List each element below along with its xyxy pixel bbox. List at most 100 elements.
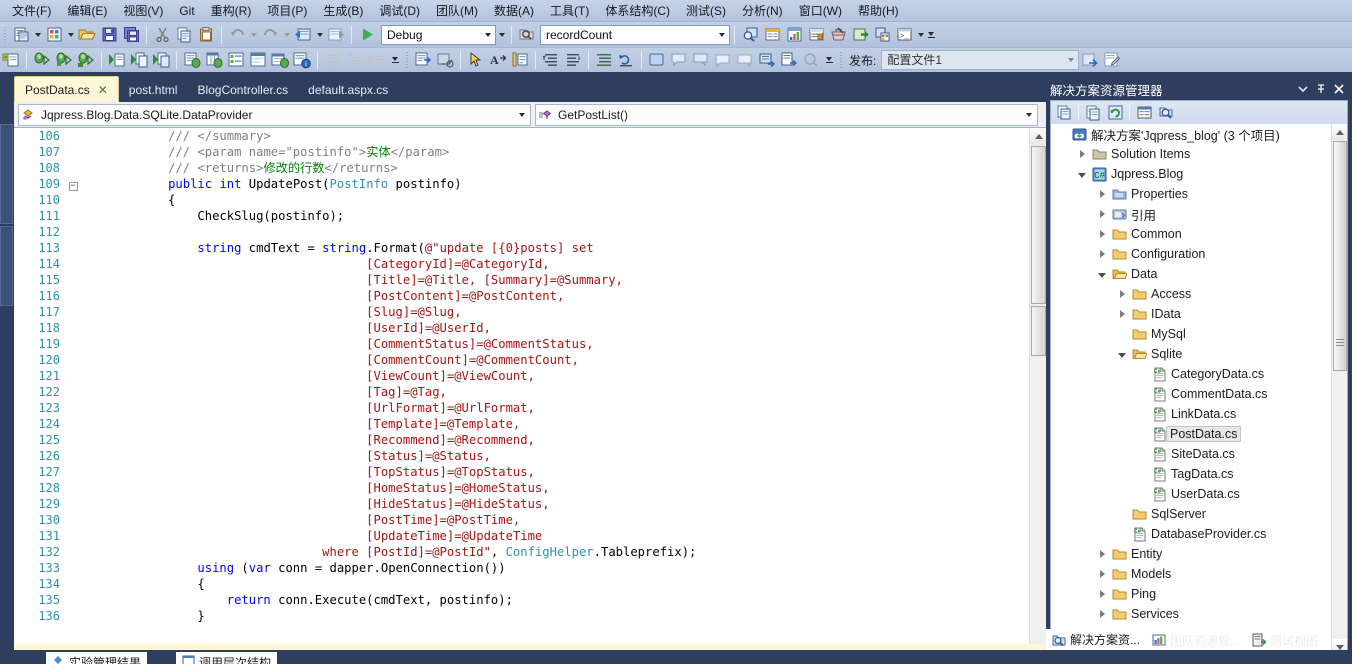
code-line[interactable]: 107 /// <param name="postinfo">实体</param… [14,144,1029,160]
type-scope-combo[interactable]: Jqpress.Blog.Data.SQLite.DataProvider [18,103,531,126]
chevron-down-icon[interactable] [1294,80,1312,98]
refresh-icon[interactable] [1104,103,1126,123]
tree-item[interactable]: C# TagData.cs [1051,464,1331,484]
menu-item-7[interactable]: 调试(D) [371,1,428,21]
code-line[interactable]: 131 [UpdateTime]=@UpdateTime [14,528,1029,544]
tree-item[interactable]: Models [1051,564,1331,584]
callout-3-icon[interactable] [712,49,734,71]
code-line[interactable]: 132 where [PostId]=@PostId", ConfigHelpe… [14,544,1029,560]
undo-format-icon[interactable] [615,49,637,71]
code-line[interactable]: 136 } [14,608,1029,624]
preview-icon[interactable] [1155,103,1177,123]
tree-item[interactable]: C# Jqpress.Blog [1051,164,1331,184]
copy-icon[interactable] [173,24,195,46]
code-line[interactable]: 125 [Recommend]=@Recommend, [14,432,1029,448]
code-line[interactable]: 130 [PostTime]=@PostTime, [14,512,1029,528]
code-line[interactable]: 123 [UrlFormat]=@UrlFormat, [14,400,1029,416]
align-icon[interactable] [509,49,531,71]
code-line[interactable]: 122 [Tag]=@Tag, [14,384,1029,400]
magnify-icon[interactable] [800,49,822,71]
pin-icon[interactable] [1312,80,1330,98]
scroll-thumb[interactable] [1333,141,1347,371]
menu-item-4[interactable]: 重构(R) [203,1,260,21]
chevron-down-icon[interactable] [1075,171,1089,178]
solution-tree-scrollbar[interactable] [1331,124,1347,664]
bottom-tab-2[interactable]: 调用层次结构 [176,652,278,664]
tree-item[interactable]: Ping [1051,584,1331,604]
platform-dropdown[interactable] [496,24,507,46]
chevron-right-icon[interactable] [1115,290,1129,298]
run-all-icon[interactable] [128,49,150,71]
chevron-right-icon[interactable] [1095,550,1109,558]
toolbar-grip[interactable] [404,50,410,70]
document-tab-0[interactable]: PostData.cs ✕ [14,76,119,102]
tree-item[interactable]: Sqlite [1051,344,1331,364]
toolbar-overflow-button[interactable] [926,24,936,46]
server-explorer-icon[interactable] [805,24,827,46]
font-icon[interactable]: A [487,49,509,71]
scroll-thumb[interactable] [1031,306,1046,356]
close-icon[interactable] [1330,80,1348,98]
tree-item[interactable]: Access [1051,284,1331,304]
vertical-tab-toolbox[interactable] [0,124,13,224]
panel-tab-0[interactable]: 解决方案资... [1046,629,1147,650]
collapse-icon[interactable]: − [68,182,78,191]
chevron-right-icon[interactable] [1095,570,1109,578]
add-new-item-dropdown[interactable] [65,24,76,46]
menu-item-11[interactable]: 体系结构(C) [597,1,678,21]
tree-item[interactable]: C# CategoryData.cs [1051,364,1331,384]
tree-item[interactable]: SqlServer [1051,504,1331,524]
indent-right-icon[interactable] [562,49,584,71]
menu-item-14[interactable]: 窗口(W) [791,1,850,21]
code-line[interactable]: 118 [UserId]=@UserId, [14,320,1029,336]
code-line[interactable]: 128 [HomeStatus]=@HomeStatus, [14,480,1029,496]
list-icon[interactable] [225,49,247,71]
close-icon[interactable]: ✕ [98,84,108,96]
code-line[interactable]: 127 [TopStatus]=@TopStatus, [14,464,1029,480]
document-tab-1[interactable]: post.html [119,78,188,102]
menu-item-10[interactable]: 工具(T) [542,1,597,21]
code-line[interactable]: 133 using (var conn = dapper.OpenConnect… [14,560,1029,576]
stack-icon[interactable] [756,49,778,71]
execute-icon[interactable] [31,49,53,71]
save-all-icon[interactable] [120,24,142,46]
menu-item-9[interactable]: 数据(A) [486,1,542,21]
chevron-right-icon[interactable] [1095,190,1109,198]
form-icon[interactable] [247,49,269,71]
code-line[interactable]: 135 return conn.Execute(cmdText, postinf… [14,592,1029,608]
chevron-down-icon[interactable] [480,26,495,44]
properties-icon[interactable] [1133,103,1155,123]
tree-item[interactable]: C# DatabaseProvider.cs [1051,524,1331,544]
code-line[interactable]: 110 { [14,192,1029,208]
output-window-icon[interactable] [871,24,893,46]
run-icon[interactable] [106,49,128,71]
paste-icon[interactable] [195,24,217,46]
solution-configuration-combo[interactable]: Debug [381,24,496,45]
code-line[interactable]: 113 string cmdText = string.Format(@"upd… [14,240,1029,256]
document-tab-3[interactable]: default.aspx.cs [298,78,398,102]
scroll-up-button[interactable] [1030,128,1046,145]
document-tab-2[interactable]: BlogController.cs [187,78,298,102]
execute-step-icon[interactable] [75,49,97,71]
navigate-backward-dropdown[interactable] [314,24,325,46]
menu-item-8[interactable]: 团队(M) [428,1,486,21]
menu-item-3[interactable]: Git [171,1,202,21]
code-line[interactable]: 106 /// </summary> [14,128,1029,144]
chevron-down-icon[interactable] [1063,51,1078,69]
tree-item[interactable]: Common [1051,224,1331,244]
new-query-icon[interactable] [0,49,22,71]
code-line[interactable]: 116 [PostContent]=@PostContent, [14,288,1029,304]
menu-item-12[interactable]: 测试(S) [678,1,734,21]
increase-indent-icon[interactable] [344,49,366,71]
find-in-files-icon[interactable] [516,24,538,46]
undo-dropdown[interactable] [248,24,259,46]
toolbar-grip[interactable] [838,50,844,70]
show-all-files-icon[interactable] [1053,103,1075,123]
code-text-surface[interactable]: 106 /// </summary> 107 /// <param name="p… [14,128,1029,664]
chevron-right-icon[interactable] [1095,590,1109,598]
chevron-down-icon[interactable] [514,112,530,117]
code-line[interactable]: 111 CheckSlug(postinfo); [14,208,1029,224]
toolbox-icon[interactable] [827,24,849,46]
comment-icon[interactable] [366,49,388,71]
code-line[interactable]: 117 [Slug]=@Slug, [14,304,1029,320]
